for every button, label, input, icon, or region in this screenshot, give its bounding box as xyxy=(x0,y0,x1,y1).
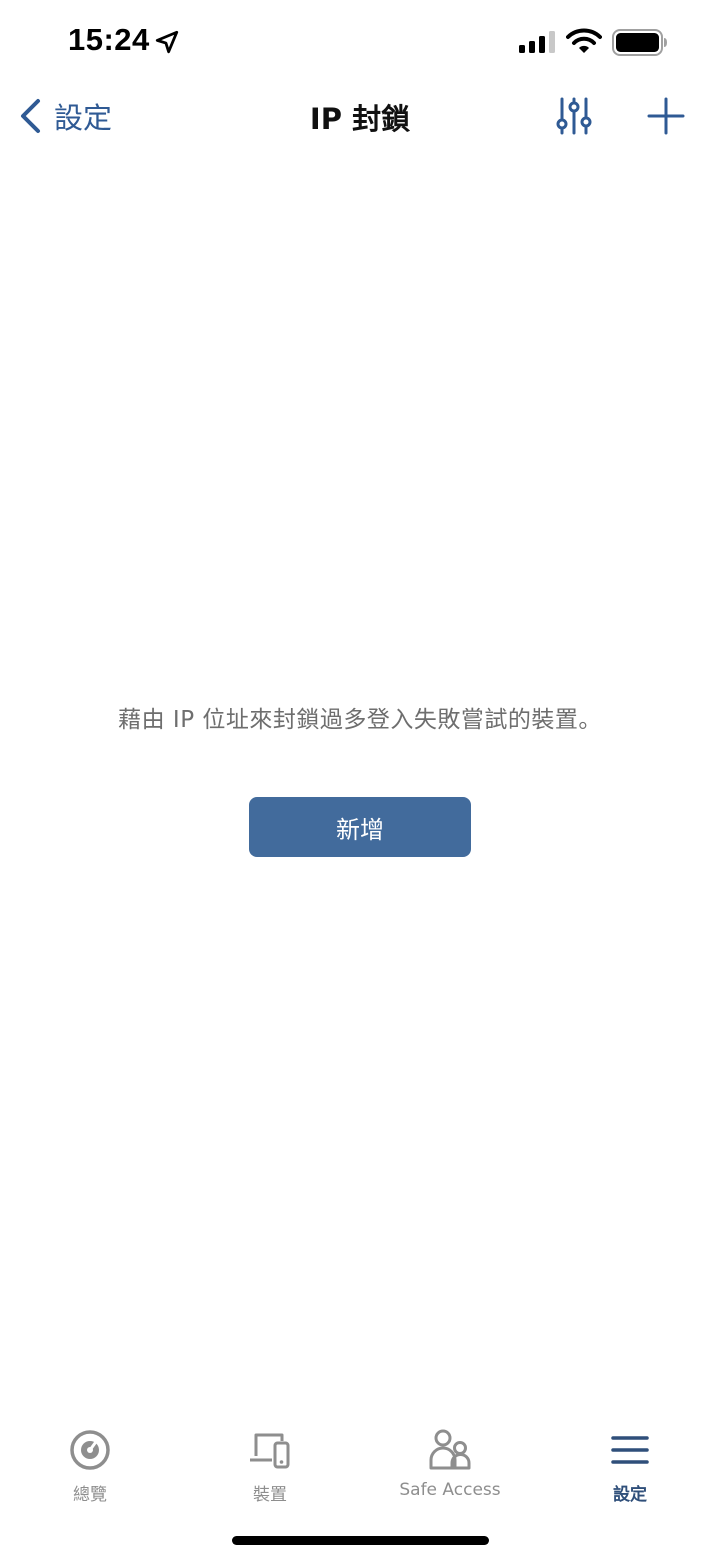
back-button[interactable]: 設定 xyxy=(18,94,112,138)
tab-bar: 總覽 裝置 Safe Access 設定 xyxy=(0,1420,720,1520)
wifi-icon xyxy=(566,28,602,53)
family-users-icon xyxy=(429,1429,471,1470)
status-bar: 15:24 xyxy=(0,0,720,84)
tab-overview[interactable]: 總覽 xyxy=(0,1428,180,1512)
tab-label: Safe Access xyxy=(399,1480,501,1500)
navigation-bar: 設定 IP 封鎖 xyxy=(0,84,720,148)
tab-label: 設定 xyxy=(613,1485,647,1505)
gauge-icon xyxy=(70,1430,110,1470)
devices-icon xyxy=(250,1433,290,1469)
status-time: 15:24 xyxy=(68,22,150,57)
location-arrow-icon xyxy=(155,30,179,54)
home-indicator xyxy=(232,1536,489,1545)
empty-state-message: 藉由 IP 位址來封鎖過多登入失敗嘗試的裝置。 xyxy=(118,707,602,733)
tab-label: 總覽 xyxy=(73,1485,107,1505)
menu-icon xyxy=(611,1436,649,1464)
tab-devices[interactable]: 裝置 xyxy=(180,1428,360,1512)
tab-settings[interactable]: 設定 xyxy=(540,1428,720,1512)
tab-label: 裝置 xyxy=(253,1485,287,1505)
battery-icon xyxy=(612,29,667,56)
cellular-signal-icon xyxy=(519,31,555,53)
sliders-icon[interactable] xyxy=(554,96,594,136)
chevron-left-icon xyxy=(21,99,40,133)
tab-safe-access[interactable]: Safe Access xyxy=(360,1428,540,1512)
add-ip-block-button[interactable]: 新增 xyxy=(249,797,471,857)
plus-icon[interactable] xyxy=(646,96,686,136)
back-label: 設定 xyxy=(54,101,113,135)
